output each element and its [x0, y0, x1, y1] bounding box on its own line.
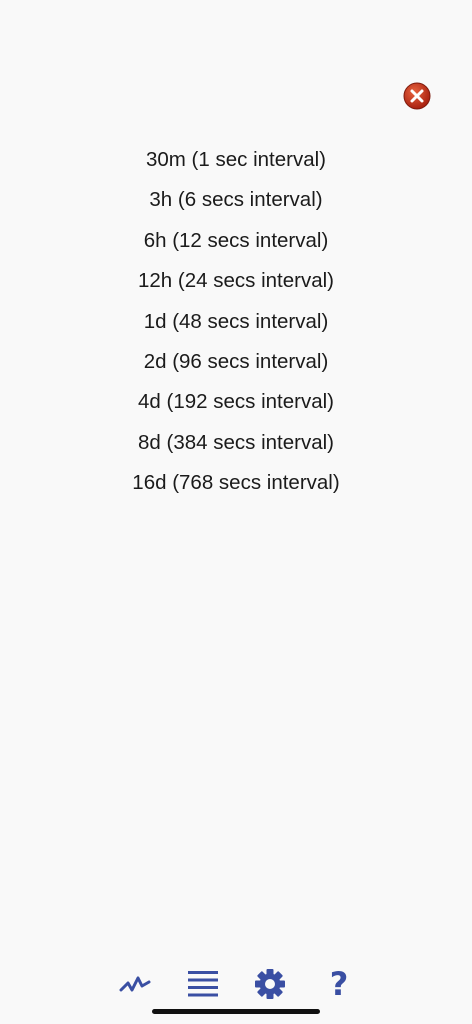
tab-list[interactable]: [181, 962, 225, 1006]
interval-option-4d[interactable]: 4d (192 secs interval): [0, 382, 472, 422]
interval-option-2d[interactable]: 2d (96 secs interval): [0, 342, 472, 382]
tab-bar: ?: [0, 962, 472, 1008]
close-button[interactable]: [403, 82, 431, 110]
interval-list: 30m (1 sec interval) 3h (6 secs interval…: [0, 140, 472, 504]
help-icon: ?: [329, 965, 349, 1003]
interval-option-30m[interactable]: 30m (1 sec interval): [0, 140, 472, 180]
interval-option-3h[interactable]: 3h (6 secs interval): [0, 180, 472, 220]
line-chart-icon: [119, 976, 151, 992]
tab-chart[interactable]: [113, 962, 157, 1006]
home-indicator[interactable]: [152, 1009, 320, 1014]
tab-help[interactable]: ?: [317, 962, 361, 1006]
interval-option-6h[interactable]: 6h (12 secs interval): [0, 221, 472, 261]
interval-picker-screen: 30m (1 sec interval) 3h (6 secs interval…: [0, 0, 472, 1024]
list-icon: [188, 971, 218, 997]
tab-settings[interactable]: [248, 962, 292, 1006]
interval-option-12h[interactable]: 12h (24 secs interval): [0, 261, 472, 301]
interval-option-1d[interactable]: 1d (48 secs interval): [0, 302, 472, 342]
gear-icon: [255, 969, 285, 999]
interval-option-16d[interactable]: 16d (768 secs interval): [0, 463, 472, 503]
interval-option-8d[interactable]: 8d (384 secs interval): [0, 423, 472, 463]
close-circle-icon: [403, 82, 431, 110]
